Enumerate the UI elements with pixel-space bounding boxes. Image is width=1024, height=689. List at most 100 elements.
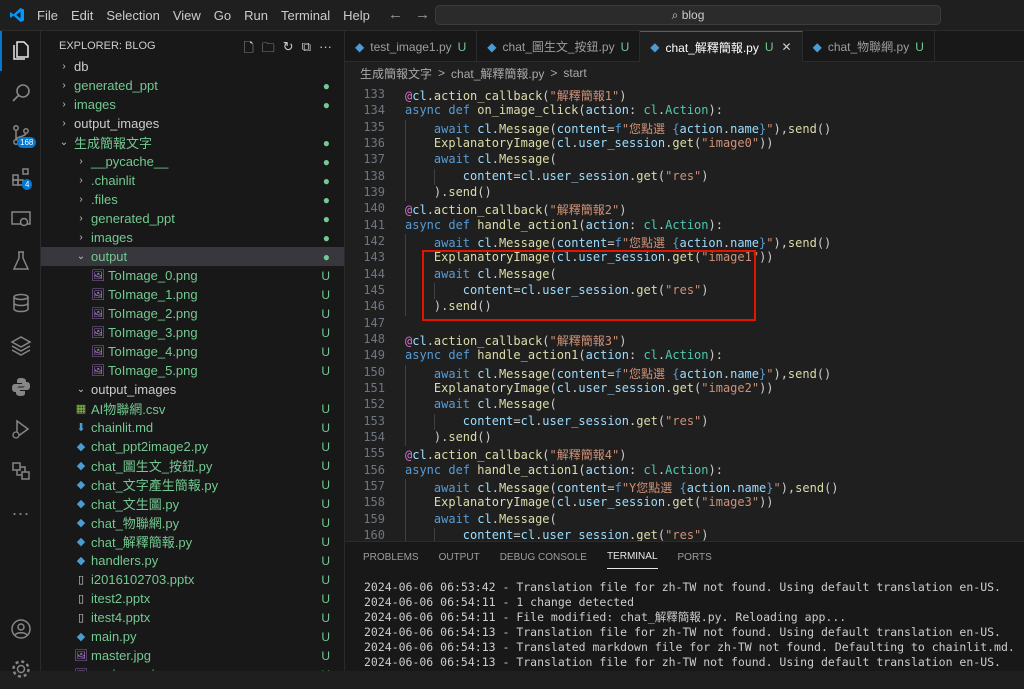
menu-item-help[interactable]: Help bbox=[343, 8, 370, 23]
tree-item[interactable]: ▦ AI物聯網.csv U bbox=[41, 399, 344, 418]
tree-item[interactable]: 🖼 ToImage_5.png U bbox=[41, 361, 344, 380]
active-indicator bbox=[0, 31, 2, 71]
tree-item[interactable]: ▯ i2016102703.pptx U bbox=[41, 570, 344, 589]
tree-item[interactable]: › __pycache__ ● bbox=[41, 152, 344, 171]
tree-item[interactable]: ⬇ chainlit.md U bbox=[41, 418, 344, 437]
explorer-icon[interactable] bbox=[0, 31, 41, 71]
tree-item[interactable]: ◆ chat_圖生文_按鈕.py U bbox=[41, 456, 344, 475]
editor-tab[interactable]: ◆ chat_解釋簡報.py U ✕ bbox=[640, 31, 803, 62]
tree-item[interactable]: ◆ chat_文字產生簡報.py U bbox=[41, 475, 344, 494]
highlight-annotation-box bbox=[422, 250, 756, 321]
tree-item[interactable]: › images ● bbox=[41, 95, 344, 114]
python-icon[interactable] bbox=[0, 367, 41, 407]
back-arrow-icon[interactable]: ← bbox=[388, 6, 403, 23]
tree-item-label: my-image.jpeg bbox=[91, 667, 176, 671]
code-token: "image3" bbox=[701, 495, 760, 510]
tree-item[interactable]: 🖼 master.jpg U bbox=[41, 646, 344, 665]
tree-item[interactable]: 🖼 ToImage_2.png U bbox=[41, 304, 344, 323]
panel-tab-output[interactable]: OUTPUT bbox=[439, 546, 480, 569]
menu-item-edit[interactable]: Edit bbox=[71, 8, 93, 23]
code-token: Action bbox=[665, 103, 709, 118]
code-token: ( bbox=[578, 217, 586, 232]
tree-item[interactable]: › generated_ppt ● bbox=[41, 76, 344, 95]
line-number: 150 bbox=[363, 364, 385, 379]
source-control-icon[interactable]: 168 bbox=[0, 115, 41, 155]
file-icon: ▯ bbox=[77, 593, 85, 605]
tree-item[interactable]: 🖼 ToImage_4.png U bbox=[41, 342, 344, 361]
code-token: )) bbox=[759, 495, 774, 510]
panel-tab-problems[interactable]: PROBLEMS bbox=[363, 546, 419, 569]
run-debug-icon[interactable] bbox=[0, 409, 41, 449]
tree-item[interactable]: ◆ chat_物聯網.py U bbox=[41, 513, 344, 532]
tree-item[interactable]: ◆ handlers.py U bbox=[41, 551, 344, 570]
tree-item[interactable]: ◆ chat_文生圖.py U bbox=[41, 494, 344, 513]
forward-arrow-icon[interactable]: → bbox=[415, 6, 430, 23]
settings-gear-icon[interactable] bbox=[0, 649, 41, 689]
tree-item[interactable]: 🖼my-image.jpegU bbox=[41, 665, 344, 671]
panel-tab-ports[interactable]: PORTS bbox=[678, 546, 712, 569]
image-file-icon: 🖼 bbox=[91, 289, 105, 301]
tree-item-label: ToImage_2.png bbox=[108, 306, 198, 321]
code-token: "res" bbox=[665, 527, 702, 542]
tree-item[interactable]: › generated_ppt ● bbox=[41, 209, 344, 228]
breadcrumb-item[interactable]: 生成簡報文字 bbox=[360, 65, 432, 82]
editor-tab[interactable]: ◆ test_image1.py U bbox=[345, 31, 478, 62]
tree-item[interactable]: ◆ chat_ppt2image2.py U bbox=[41, 437, 344, 456]
indent-guide bbox=[405, 429, 406, 447]
more-icon[interactable]: ··· bbox=[0, 493, 41, 533]
tree-item[interactable]: › output_images bbox=[41, 114, 344, 133]
tree-item[interactable]: › .files ● bbox=[41, 190, 344, 209]
terminal-output[interactable]: 2024-06-06 06:53:42 - Translation file f… bbox=[364, 580, 1015, 670]
code-token: send bbox=[787, 366, 817, 381]
chevron-right-icon: › bbox=[62, 118, 66, 129]
code-token: send bbox=[448, 184, 478, 199]
account-icon[interactable] bbox=[0, 609, 41, 649]
code-token: action bbox=[585, 348, 629, 363]
menu-item-file[interactable]: File bbox=[37, 8, 58, 23]
code-token: "您點選 bbox=[621, 235, 673, 250]
breadcrumb-item[interactable]: chat_解釋簡報.py bbox=[451, 65, 544, 82]
search-icon[interactable] bbox=[0, 73, 41, 113]
line-number: 146 bbox=[363, 299, 385, 314]
modified-dot-icon: ● bbox=[322, 78, 330, 93]
testing-flask-icon[interactable] bbox=[0, 241, 41, 281]
project-manager-icon[interactable] bbox=[0, 451, 41, 491]
tree-item[interactable]: ▯ itest4.pptx U bbox=[41, 608, 344, 627]
menu-item-view[interactable]: View bbox=[173, 8, 201, 23]
panel-tab-terminal[interactable]: TERMINAL bbox=[606, 545, 658, 569]
editor-tab[interactable]: ◆ chat_圖生文_按鈕.py U bbox=[477, 31, 641, 62]
tree-item[interactable]: ⌄ output_images bbox=[41, 380, 344, 399]
python-file-icon: ◆ bbox=[355, 39, 365, 54]
tree-item[interactable]: › db bbox=[41, 57, 344, 76]
line-number: 141 bbox=[363, 217, 385, 232]
breadcrumb-item[interactable]: start bbox=[563, 66, 586, 80]
menu-item-go[interactable]: Go bbox=[214, 8, 231, 23]
close-icon[interactable]: ✕ bbox=[782, 40, 792, 54]
line-number: 136 bbox=[363, 135, 385, 150]
editor-tab[interactable]: ◆ chat_物聯網.py U bbox=[803, 31, 935, 62]
chevron-right-icon: › bbox=[79, 194, 83, 205]
tree-item[interactable]: › images ● bbox=[41, 228, 344, 247]
tree-item[interactable]: ▯ itest2.pptx U bbox=[41, 589, 344, 608]
code-token: "Y您點選 bbox=[621, 480, 680, 495]
menu-item-selection[interactable]: Selection bbox=[106, 8, 159, 23]
command-center-search[interactable]: ⌕ blog bbox=[435, 5, 941, 25]
menu-item-run[interactable]: Run bbox=[244, 8, 268, 23]
extensions-icon[interactable]: 4 bbox=[0, 157, 41, 197]
indent-guide bbox=[405, 282, 406, 300]
remote-explorer-icon[interactable] bbox=[0, 199, 41, 239]
tree-item[interactable]: 🖼 ToImage_1.png U bbox=[41, 285, 344, 304]
panel-tab-debug-console[interactable]: DEBUG CONSOLE bbox=[500, 546, 587, 569]
tree-item[interactable]: › .chainlit ● bbox=[41, 171, 344, 190]
code-token: get bbox=[672, 135, 695, 150]
tree-item[interactable]: 🖼 ToImage_0.png U bbox=[41, 266, 344, 285]
tree-item[interactable]: ◆ main.py U bbox=[41, 627, 344, 646]
tree-item[interactable]: ◆ chat_解釋簡報.py U bbox=[41, 532, 344, 551]
database-icon[interactable] bbox=[0, 283, 41, 323]
menu-item-terminal[interactable]: Terminal bbox=[281, 8, 330, 23]
tree-item[interactable]: ⌄ 生成簡報文字 ● bbox=[41, 133, 344, 152]
tree-item[interactable]: 🖼 ToImage_3.png U bbox=[41, 323, 344, 342]
code-token: cl bbox=[477, 152, 492, 167]
tree-item[interactable]: ⌄ output ● bbox=[41, 247, 344, 266]
layers-icon[interactable] bbox=[0, 325, 41, 365]
